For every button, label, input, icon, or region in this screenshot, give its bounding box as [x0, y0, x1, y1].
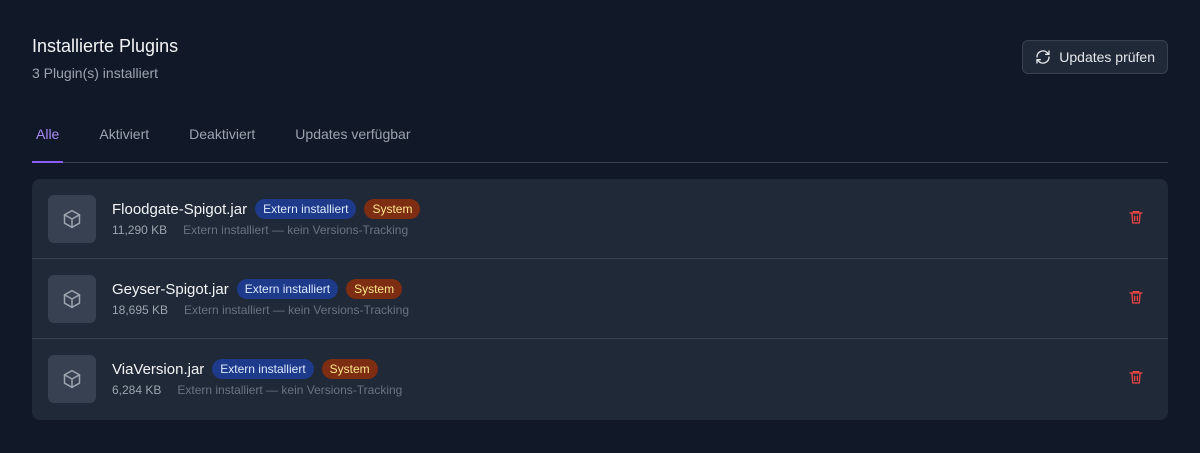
package-icon	[48, 275, 96, 323]
trash-icon	[1128, 209, 1144, 230]
tab-updates-available[interactable]: Updates verfügbar	[291, 114, 414, 162]
tab-enabled[interactable]: Aktiviert	[95, 114, 153, 162]
plugin-tracking-note: Extern installiert — kein Versions-Track…	[177, 383, 403, 397]
plugin-info: ViaVersion.jar Extern installiert System…	[112, 359, 402, 397]
plugin-list: Floodgate-Spigot.jar Extern installiert …	[32, 179, 1168, 420]
package-icon	[48, 355, 96, 403]
delete-plugin-button[interactable]	[1126, 369, 1146, 389]
system-badge: System	[321, 359, 378, 379]
system-badge: System	[364, 199, 421, 219]
system-badge: System	[346, 279, 403, 299]
tab-disabled[interactable]: Deaktiviert	[185, 114, 259, 162]
page-header: Installierte Plugins 3 Plugin(s) install…	[32, 34, 1168, 82]
plugin-tracking-note: Extern installiert — kein Versions-Track…	[184, 303, 410, 317]
trash-icon	[1128, 289, 1144, 310]
plugin-info: Floodgate-Spigot.jar Extern installiert …	[112, 199, 421, 237]
plugin-size: 18,695 KB	[112, 303, 169, 317]
package-icon	[48, 195, 96, 243]
tab-all[interactable]: Alle	[32, 114, 64, 163]
plugin-info: Geyser-Spigot.jar Extern installiert Sys…	[112, 279, 409, 317]
plugin-size: 6,284 KB	[112, 383, 162, 397]
plugin-tracking-note: Extern installiert — kein Versions-Track…	[183, 223, 409, 237]
check-updates-button[interactable]: Updates prüfen	[1022, 40, 1168, 74]
plugin-row: ViaVersion.jar Extern installiert System…	[32, 339, 1168, 420]
plugin-row: Floodgate-Spigot.jar Extern installiert …	[32, 179, 1168, 259]
plugin-name: Floodgate-Spigot.jar	[112, 200, 248, 218]
page-title: Installierte Plugins	[32, 36, 179, 56]
extern-installed-badge: Extern installiert	[236, 279, 339, 299]
plugin-count-subtitle: 3 Plugin(s) installiert	[32, 65, 159, 81]
delete-plugin-button[interactable]	[1126, 289, 1146, 309]
refresh-icon	[1035, 49, 1051, 65]
plugin-name: ViaVersion.jar	[112, 360, 205, 378]
extern-installed-badge: Extern installiert	[255, 199, 357, 219]
trash-icon	[1128, 369, 1144, 390]
plugin-name: Geyser-Spigot.jar	[112, 280, 229, 298]
check-updates-label: Updates prüfen	[1059, 49, 1155, 65]
filter-tabs: Alle Aktiviert Deaktiviert Updates verfü…	[32, 114, 1168, 163]
plugin-size: 11,290 KB	[112, 223, 168, 237]
delete-plugin-button[interactable]	[1126, 209, 1146, 229]
plugin-row: Geyser-Spigot.jar Extern installiert Sys…	[32, 259, 1168, 339]
extern-installed-badge: Extern installiert	[212, 359, 314, 379]
